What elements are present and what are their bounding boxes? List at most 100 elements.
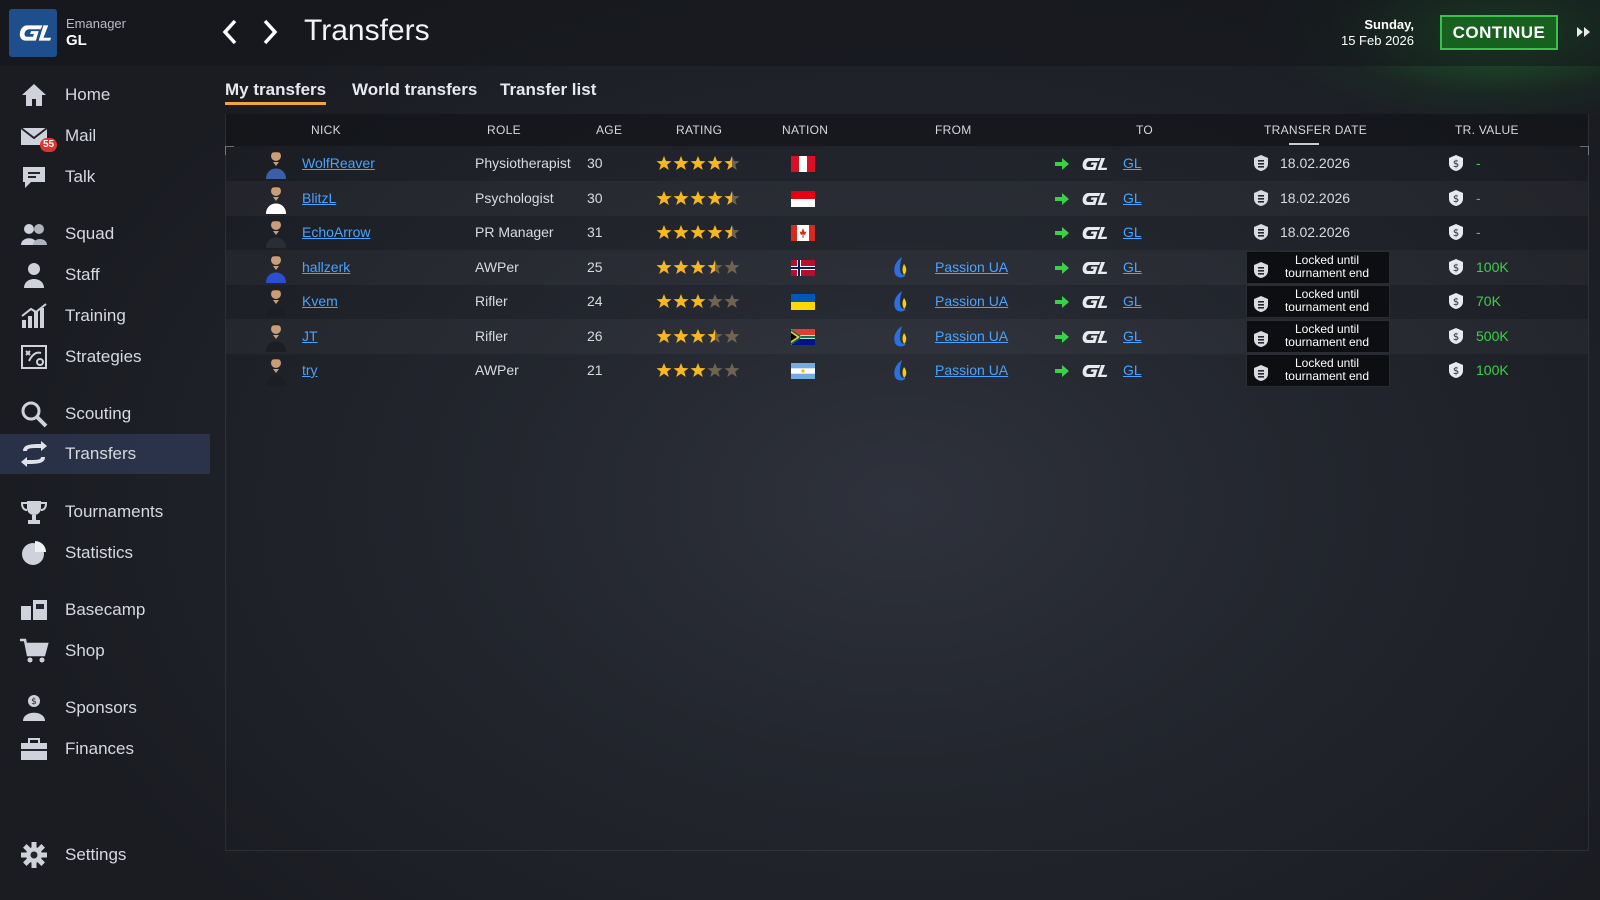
team-logo[interactable] xyxy=(9,9,57,57)
table-row[interactable]: JT Rifler 26 Passion UA GL Locked until tour… xyxy=(226,319,1588,354)
table-row[interactable]: EchoArrow PR Manager 31 GL 18.02.2026 $ - xyxy=(226,215,1588,250)
sidebar-item-settings[interactable]: Settings xyxy=(0,835,210,875)
sidebar-item-label: Squad xyxy=(65,224,115,243)
from-team-link[interactable]: Passion UA xyxy=(935,362,1008,378)
table-row[interactable]: BlitzL Psychologist 30 GL 18.02.2026 $ - xyxy=(226,181,1588,216)
player-rating xyxy=(656,155,740,176)
rating-star-icon xyxy=(673,293,689,314)
svg-text:$: $ xyxy=(1453,159,1459,170)
to-team-link[interactable]: GL xyxy=(1123,362,1142,378)
col-header-rating[interactable]: RATING xyxy=(676,123,722,137)
mail-unread-badge: 55 xyxy=(40,138,58,152)
player-age: 30 xyxy=(587,190,603,206)
fast-forward-icon[interactable] xyxy=(1574,22,1594,42)
sidebar-item-talk[interactable]: Talk xyxy=(0,157,210,197)
transfer-value: 70K xyxy=(1476,293,1501,309)
sidebar-item-staff[interactable]: Staff xyxy=(0,255,210,295)
manager-label: Emanager xyxy=(66,16,126,31)
player-nick-link[interactable]: BlitzL xyxy=(302,190,336,206)
player-nick-link[interactable]: Kvem xyxy=(302,293,338,309)
sidebar-item-strategies[interactable]: Strategies xyxy=(0,337,210,377)
col-header-nick[interactable]: NICK xyxy=(311,123,341,137)
sidebar-item-mail[interactable]: 55 Mail xyxy=(0,116,210,156)
club-logo-icon xyxy=(891,359,909,383)
sidebar-item-scouting[interactable]: Scouting xyxy=(0,394,210,434)
rating-star-icon xyxy=(724,328,740,349)
sidebar-item-home[interactable]: Home xyxy=(0,75,210,115)
value-coin-icon: $ xyxy=(1448,189,1464,207)
col-header-from[interactable]: FROM xyxy=(935,123,972,137)
value-coin-icon: $ xyxy=(1448,292,1464,310)
table-row[interactable]: Kvem Rifler 24 Passion UA GL Locked until to… xyxy=(226,284,1588,319)
sidebar-item-sponsors[interactable]: $ Sponsors xyxy=(0,688,210,728)
player-rating xyxy=(656,190,740,211)
sidebar-item-label: Tournaments xyxy=(65,502,164,521)
locked-text: Locked until tournament end xyxy=(1284,322,1370,349)
continue-button[interactable]: CONTINUE xyxy=(1440,15,1558,50)
value-coin-icon: $ xyxy=(1448,154,1464,172)
to-team-link[interactable]: GL xyxy=(1123,328,1142,344)
sidebar-item-basecamp[interactable]: Basecamp xyxy=(0,590,210,630)
training-icon xyxy=(18,301,50,331)
col-header-to[interactable]: TO xyxy=(1136,123,1153,137)
player-rating xyxy=(656,328,740,349)
rating-star-icon xyxy=(656,190,672,211)
to-team-link[interactable]: GL xyxy=(1123,190,1142,206)
to-team-link[interactable]: GL xyxy=(1123,155,1142,171)
sidebar-item-squad[interactable]: Squad xyxy=(0,214,210,254)
svg-text:$: $ xyxy=(1453,228,1459,239)
rating-star-icon xyxy=(690,224,706,245)
player-role: Psychologist xyxy=(475,190,554,206)
indonesia-flag-icon xyxy=(791,191,815,207)
sidebar-item-finances[interactable]: Finances xyxy=(0,729,210,769)
sidebar-item-statistics[interactable]: Statistics xyxy=(0,533,210,573)
sidebar-item-tournaments[interactable]: Tournaments xyxy=(0,492,210,532)
gl-logo-icon xyxy=(1078,259,1108,277)
from-team-link[interactable]: Passion UA xyxy=(935,293,1008,309)
col-header-age[interactable]: AGE xyxy=(596,123,622,137)
col-header-role[interactable]: ROLE xyxy=(487,123,521,137)
from-team-link[interactable]: Passion UA xyxy=(935,259,1008,275)
gear-icon xyxy=(18,840,50,870)
rating-star-icon xyxy=(690,362,706,383)
tab-transfer-list[interactable]: Transfer list xyxy=(500,80,596,100)
player-role: PR Manager xyxy=(475,224,554,240)
value-coin-icon: $ xyxy=(1448,361,1464,379)
tab-my-transfers[interactable]: My transfers xyxy=(225,80,327,105)
magnifier-icon xyxy=(18,399,50,429)
sidebar-item-shop[interactable]: Shop xyxy=(0,631,210,671)
table-row[interactable]: hallzerk AWPer 25 Passion UA GL Locked until… xyxy=(226,250,1588,285)
forward-arrow-icon[interactable] xyxy=(256,16,284,48)
player-nick-link[interactable]: WolfReaver xyxy=(302,155,375,171)
from-team-link[interactable]: Passion UA xyxy=(935,328,1008,344)
rating-star-icon xyxy=(724,259,740,280)
sidebar-item-training[interactable]: Training xyxy=(0,296,210,336)
player-nick-link[interactable]: JT xyxy=(302,328,318,344)
player-nick-link[interactable]: hallzerk xyxy=(302,259,350,275)
table-row[interactable]: try AWPer 21 Passion UA GL Locked until tour… xyxy=(226,353,1588,388)
to-team-link[interactable]: GL xyxy=(1123,293,1142,309)
sidebar: Home 55 Mail Talk Squad Staff Training S… xyxy=(0,66,210,900)
player-role: Rifler xyxy=(475,328,508,344)
sidebar-item-transfers[interactable]: Transfers xyxy=(0,434,210,474)
table-row[interactable]: WolfReaver Physiotherapist 30 GL 18.02.2026 $… xyxy=(226,146,1588,181)
to-team-link[interactable]: GL xyxy=(1123,224,1142,240)
player-nick-link[interactable]: try xyxy=(302,362,318,378)
date-full: 15 Feb 2026 xyxy=(1340,33,1414,48)
calendar-icon xyxy=(1253,189,1269,207)
transfer-arrow-icon xyxy=(1054,295,1070,309)
tab-world-transfers[interactable]: World transfers xyxy=(352,80,477,100)
rating-star-icon xyxy=(656,293,672,314)
col-header-nation[interactable]: NATION xyxy=(782,123,828,137)
transfer-value: 100K xyxy=(1476,259,1509,275)
back-arrow-icon[interactable] xyxy=(216,16,244,48)
transfer-date: 18.02.2026 xyxy=(1280,224,1351,240)
col-header-transfer-date[interactable]: TRANSFER DATE xyxy=(1264,123,1367,137)
frame-corner xyxy=(1580,146,1589,155)
transfer-arrow-icon xyxy=(1054,192,1070,206)
rating-star-icon xyxy=(656,155,672,176)
col-header-tr-value[interactable]: TR. VALUE xyxy=(1455,123,1519,137)
player-nick-link[interactable]: EchoArrow xyxy=(302,224,370,240)
club-logo-icon xyxy=(891,256,909,280)
to-team-link[interactable]: GL xyxy=(1123,259,1142,275)
